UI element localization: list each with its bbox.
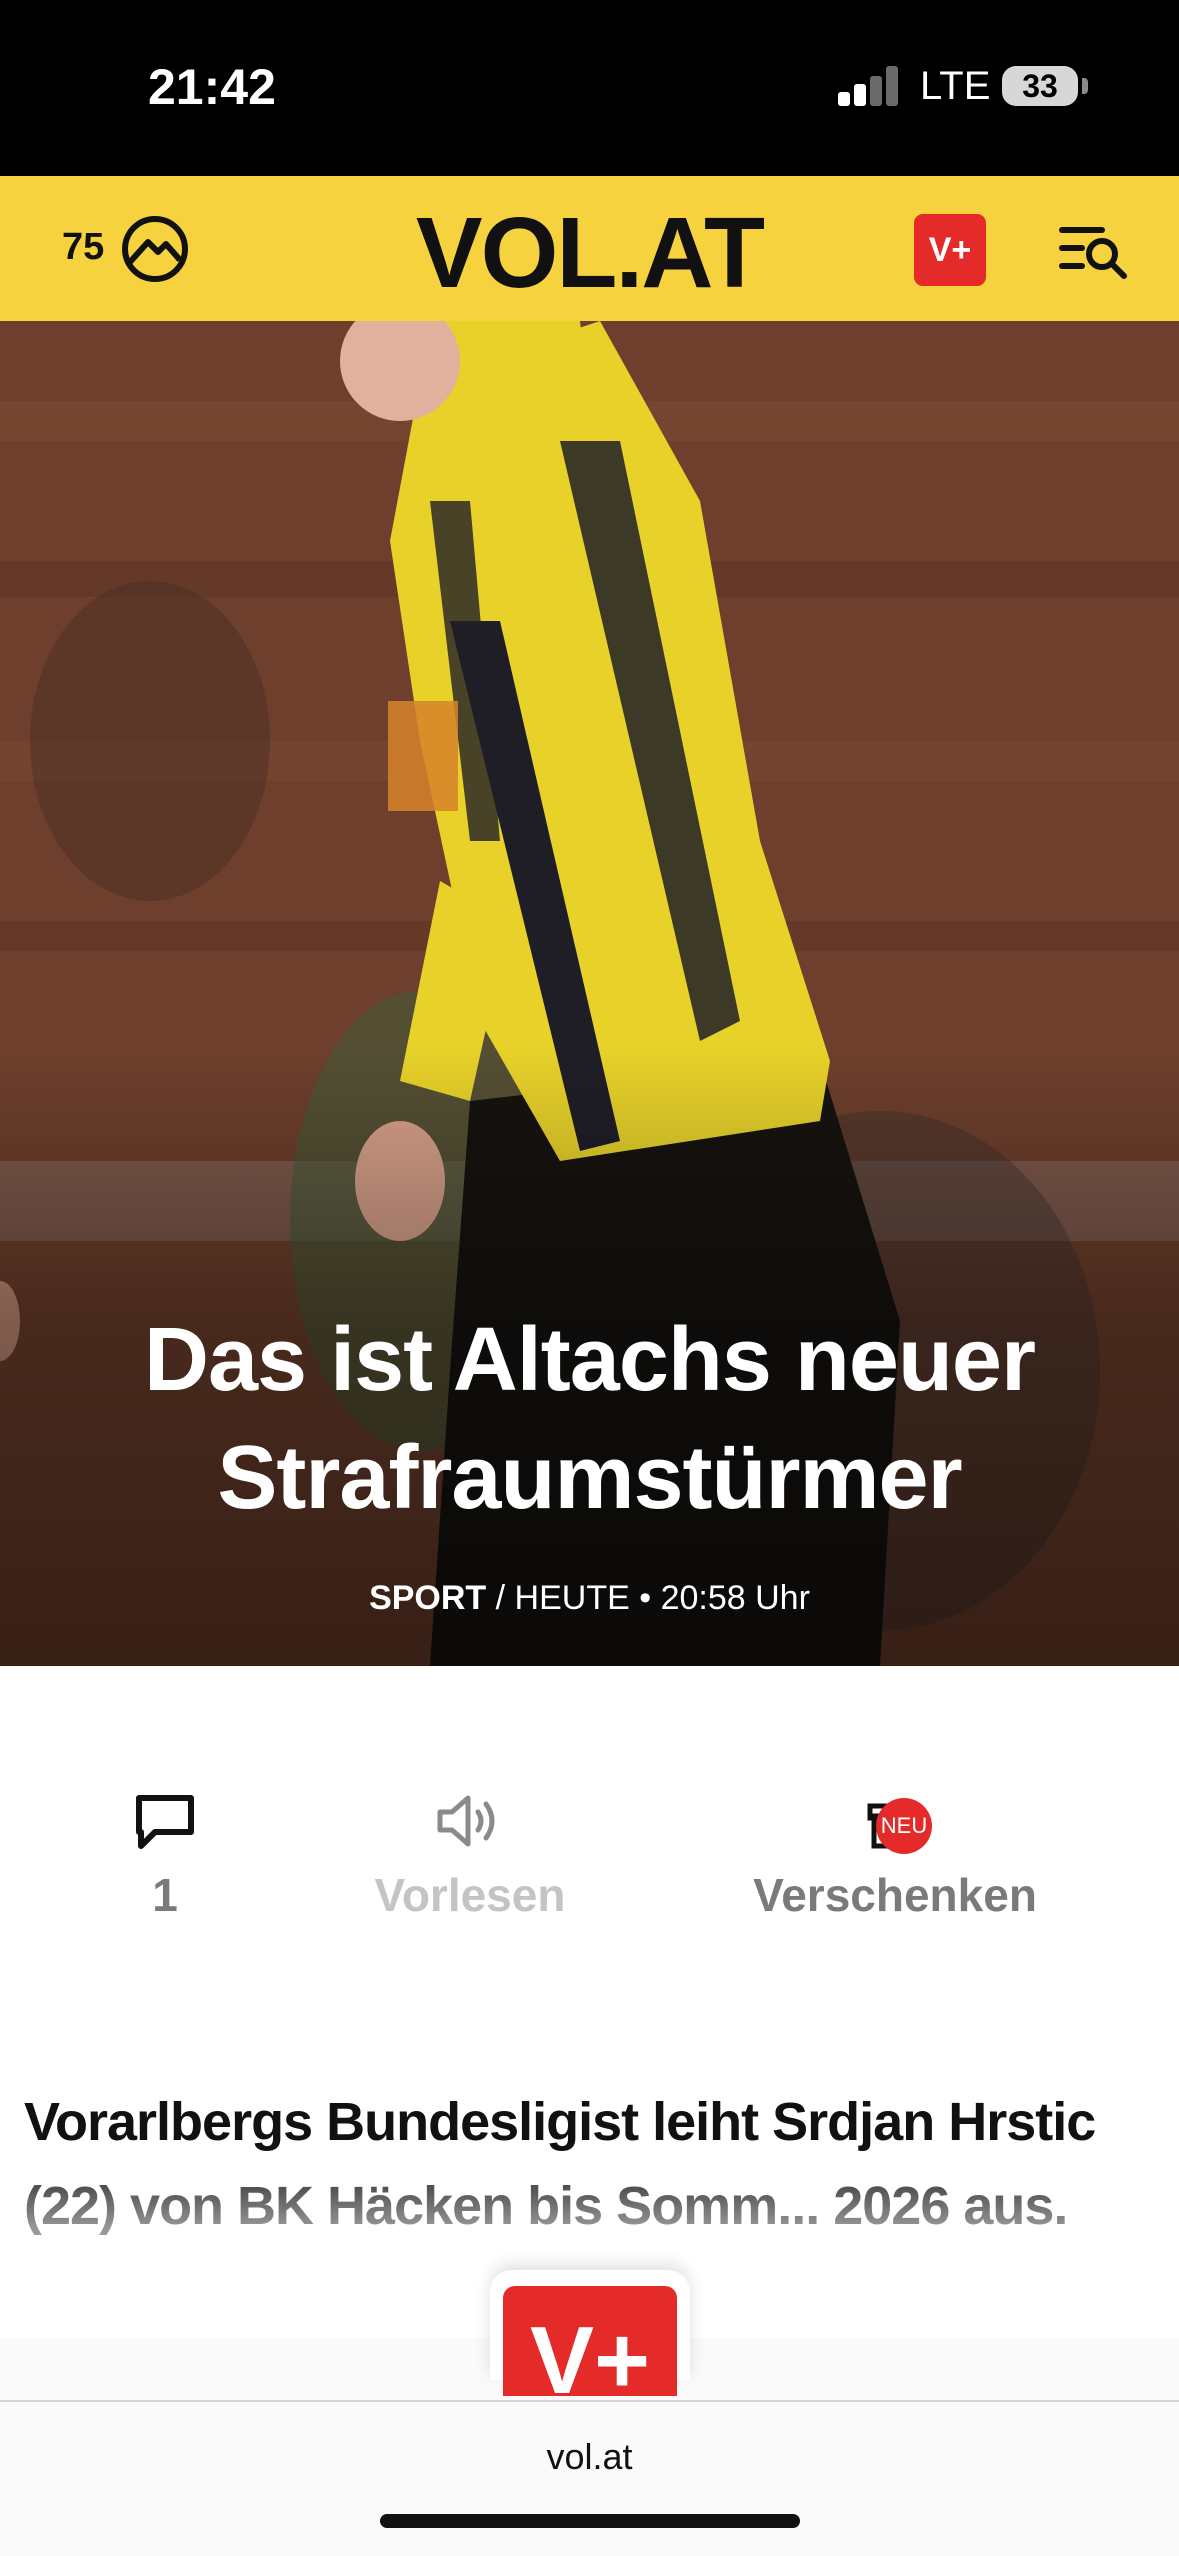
article-date: HEUTE xyxy=(514,1579,630,1617)
site-logo[interactable]: VOL.AT xyxy=(0,196,1179,311)
vplus-floating-button[interactable]: V+ xyxy=(503,2286,677,2396)
status-time: 21:42 xyxy=(148,59,276,115)
status-bar: 21:42 LTE 33 xyxy=(0,0,1179,176)
address-bar[interactable]: vol.at xyxy=(0,2436,1179,2478)
toolbar-divider xyxy=(0,2400,1179,2402)
new-badge: NEU xyxy=(876,1798,932,1854)
article-time: 20:58 Uhr xyxy=(660,1579,810,1617)
site-header: 75 VOL.AT V+ xyxy=(0,176,1179,321)
article-meta: SPORT / HEUTE • 20:58 Uhr xyxy=(0,1579,1179,1618)
home-indicator[interactable] xyxy=(380,2514,800,2528)
read-aloud-label: Vorlesen xyxy=(374,1869,566,1921)
read-aloud-button[interactable]: Vorlesen xyxy=(340,1790,600,1922)
comments-button[interactable]: 1 xyxy=(100,1790,230,1922)
meta-separator: / xyxy=(486,1579,515,1617)
meta-dot: • xyxy=(629,1579,661,1617)
hero-article[interactable]: Das ist Altachs neuer Strafraumstürmer S… xyxy=(0,321,1179,1666)
article-actions: 1 Vorlesen Verschenken xyxy=(0,1790,1179,1970)
article-headline[interactable]: Das ist Altachs neuer Strafraumstürmer xyxy=(80,1301,1099,1537)
network-type: LTE xyxy=(920,64,991,108)
battery-tip xyxy=(1082,78,1088,94)
comments-count: 1 xyxy=(152,1869,178,1921)
vplus-button[interactable]: V+ xyxy=(914,214,986,286)
signal-strength-icon xyxy=(838,66,902,106)
article-category[interactable]: SPORT xyxy=(369,1579,486,1617)
battery-icon: 33 xyxy=(1002,66,1078,106)
speaker-icon xyxy=(437,1795,495,1847)
menu-search-icon[interactable] xyxy=(1058,220,1130,280)
gift-label: Verschenken xyxy=(753,1869,1037,1921)
comment-icon xyxy=(136,1795,194,1849)
